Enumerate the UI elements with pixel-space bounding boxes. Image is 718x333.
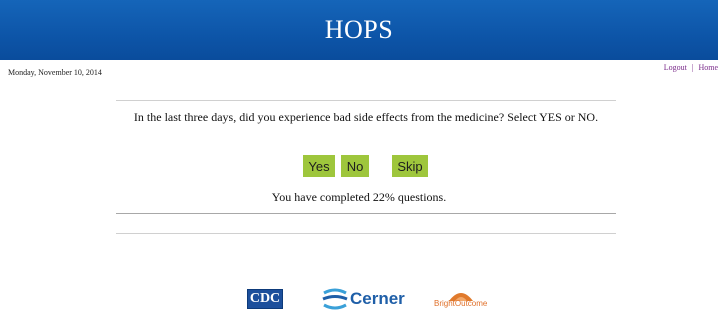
brightoutcome-logo: BrightOutcome [434, 289, 496, 311]
link-separator: | [691, 63, 694, 72]
home-link[interactable]: Home [698, 63, 718, 72]
cerner-swoosh-icon [322, 288, 348, 310]
divider-middle [116, 213, 616, 214]
divider-top [116, 100, 616, 101]
no-button[interactable]: No [341, 155, 369, 177]
app-header: HOPS [0, 0, 718, 60]
progress-text: You have completed 22% questions. [271, 190, 447, 204]
cerner-wordmark: Cerner [350, 289, 405, 308]
brightoutcome-wordmark: BrightOutcome [434, 299, 488, 308]
logout-link[interactable]: Logout [664, 63, 687, 72]
top-links: Logout | Home [664, 63, 718, 72]
current-date: Monday, November 10, 2014 [8, 68, 102, 77]
app-title: HOPS [324, 15, 394, 44]
question-text: In the last three days, did you experien… [133, 110, 599, 124]
cdc-logo: CDC [247, 289, 283, 309]
answer-buttons: Yes No Skip [0, 155, 718, 177]
skip-button[interactable]: Skip [392, 155, 428, 177]
divider-bottom [116, 233, 616, 234]
yes-button[interactable]: Yes [303, 155, 335, 177]
cerner-logo: Cerner [322, 288, 405, 310]
